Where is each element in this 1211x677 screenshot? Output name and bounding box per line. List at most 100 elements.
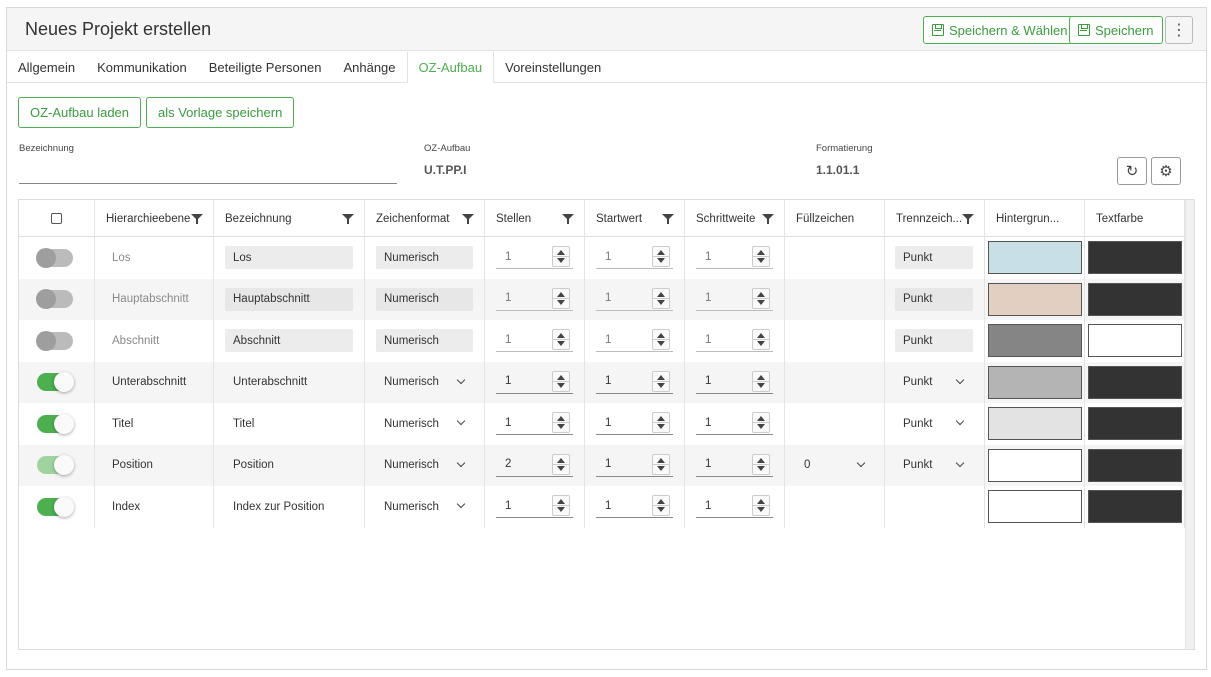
tab-bar: Allgemein Kommunikation Beteiligte Perso… (7, 52, 1206, 83)
spinner-arrows-icon[interactable] (652, 495, 670, 516)
text-color-swatch[interactable] (1088, 407, 1182, 440)
filter-icon[interactable] (562, 214, 574, 224)
text-color-swatch[interactable] (1088, 241, 1182, 274)
format-select[interactable]: Numerisch (376, 454, 466, 477)
background-color-swatch[interactable] (988, 324, 1082, 357)
header-hierarchieebene[interactable]: Hierarchieebene (95, 200, 214, 237)
header-stellen[interactable]: Stellen (485, 200, 585, 237)
arrow-down-icon (757, 258, 765, 263)
schrittweite-stepper[interactable]: 1 (696, 494, 773, 518)
text-color-cell (1085, 278, 1185, 320)
header-startwert[interactable]: Startwert (585, 200, 685, 237)
header-textfarbe[interactable]: Textfarbe (1085, 200, 1185, 237)
schrittweite-stepper[interactable]: 1 (696, 453, 773, 477)
startwert-stepper[interactable]: 1 (596, 411, 673, 435)
text-color-cell (1085, 320, 1185, 362)
arrow-down-icon (557, 299, 565, 305)
enable-toggle[interactable] (37, 455, 74, 476)
enable-toggle[interactable] (36, 247, 73, 268)
tab-oz-aufbau[interactable]: OZ-Aufbau (406, 52, 495, 83)
tab-beteiligte-personen[interactable]: Beteiligte Personen (198, 52, 333, 82)
stellen-stepper-value: 1 (505, 416, 512, 429)
schrittweite-stepper[interactable]: 1 (696, 411, 773, 435)
name-field[interactable]: Position (225, 454, 274, 477)
spinner-arrows-icon[interactable] (752, 370, 770, 392)
background-color-swatch[interactable] (988, 365, 1082, 399)
header-schrittweite[interactable]: Schrittweite (685, 200, 785, 237)
name-field[interactable]: Index zur Position (225, 495, 324, 518)
spinner-arrows-icon[interactable] (552, 412, 570, 433)
filter-icon[interactable] (462, 214, 474, 224)
header-fuellzeichen[interactable]: Füllzeichen (785, 200, 885, 237)
text-color-swatch[interactable] (1088, 324, 1182, 357)
save-button[interactable]: Speichern (1069, 16, 1163, 44)
header-hintergrundfarbe[interactable]: Hintergrun... (985, 200, 1085, 237)
background-color-swatch[interactable] (988, 241, 1082, 274)
spinner-arrows-icon[interactable] (552, 370, 570, 392)
background-color-swatch[interactable] (988, 448, 1082, 482)
name-field[interactable]: Unterabschnitt (225, 371, 307, 394)
spinner-arrows-icon[interactable] (552, 453, 570, 475)
name-field[interactable]: Titel (225, 412, 254, 435)
tab-anhaenge[interactable]: Anhänge (332, 52, 406, 82)
filter-icon[interactable] (762, 214, 774, 224)
startwert-stepper[interactable]: 1 (596, 453, 673, 477)
filter-icon[interactable] (191, 214, 203, 224)
header-zeichenformat[interactable]: Zeichenformat (365, 200, 485, 237)
spinner-arrows-icon[interactable] (652, 370, 670, 392)
background-color-swatch[interactable] (988, 407, 1082, 440)
fill-cell: 0 (785, 444, 885, 486)
tab-voreinstellungen[interactable]: Voreinstellungen (494, 52, 612, 82)
reset-button[interactable]: ↻ (1117, 157, 1147, 185)
stellen-stepper[interactable]: 2 (496, 453, 573, 477)
separator-select[interactable]: Punkt (895, 454, 965, 477)
startwert-stepper[interactable]: 1 (596, 370, 673, 394)
spinner-arrows-icon[interactable] (552, 495, 570, 516)
enable-toggle[interactable] (37, 496, 74, 517)
tab-allgemein[interactable]: Allgemein (7, 52, 86, 82)
format-select[interactable]: Numerisch (376, 495, 466, 518)
stellen-stepper[interactable]: 1 (496, 411, 573, 435)
stellen-stepper[interactable]: 1 (496, 494, 573, 518)
format-select[interactable]: Numerisch (376, 412, 466, 435)
separator-select[interactable]: Punkt (895, 371, 965, 394)
header-bezeichnung[interactable]: Bezeichnung (214, 200, 365, 237)
spinner-arrows-icon[interactable] (752, 453, 770, 475)
vertical-scrollbar[interactable] (1185, 200, 1194, 649)
more-options-button[interactable]: ⋮ (1165, 16, 1193, 44)
enable-toggle[interactable] (37, 413, 74, 434)
select-all-checkbox[interactable] (51, 213, 62, 224)
schrittweite-stepper[interactable]: 1 (696, 370, 773, 394)
spinner-arrows-icon[interactable] (652, 453, 670, 475)
header-label: Hierarchieebene (106, 212, 191, 225)
text-color-swatch[interactable] (1088, 448, 1182, 482)
enable-toggle[interactable] (37, 372, 74, 393)
startwert-stepper[interactable]: 1 (596, 494, 673, 518)
load-oz-structure-button[interactable]: OZ-Aufbau laden (18, 97, 142, 128)
stellen-stepper[interactable]: 1 (496, 370, 573, 394)
background-color-swatch[interactable] (988, 490, 1082, 523)
text-color-swatch[interactable] (1088, 365, 1182, 399)
enable-toggle[interactable] (36, 330, 73, 351)
enable-toggle[interactable] (36, 289, 73, 310)
stellen-stepper: 1 (496, 328, 573, 352)
bezeichnung-input[interactable] (19, 158, 397, 182)
stellen-cell: 1 (485, 486, 585, 528)
text-color-swatch[interactable] (1088, 282, 1182, 316)
filter-icon[interactable] (662, 214, 674, 224)
text-color-swatch[interactable] (1088, 490, 1182, 523)
spinner-arrows-icon[interactable] (752, 412, 770, 433)
filter-icon[interactable] (342, 214, 354, 224)
spinner-arrows-icon[interactable] (752, 495, 770, 516)
format-select[interactable]: Numerisch (376, 371, 466, 394)
background-color-swatch[interactable] (988, 282, 1082, 316)
save-as-template-button[interactable]: als Vorlage speichern (146, 97, 295, 128)
filter-icon[interactable] (962, 214, 974, 224)
header-trennzeichen[interactable]: Trennzeich... (885, 200, 985, 237)
fill-select[interactable]: 0 (796, 454, 866, 477)
separator-select[interactable]: Punkt (895, 412, 965, 435)
spinner-arrows-icon[interactable] (652, 412, 670, 433)
settings-button[interactable]: ⚙ (1151, 157, 1181, 185)
save-and-select-button[interactable]: Speichern & Wählen (923, 16, 1077, 44)
tab-kommunikation[interactable]: Kommunikation (86, 52, 198, 82)
